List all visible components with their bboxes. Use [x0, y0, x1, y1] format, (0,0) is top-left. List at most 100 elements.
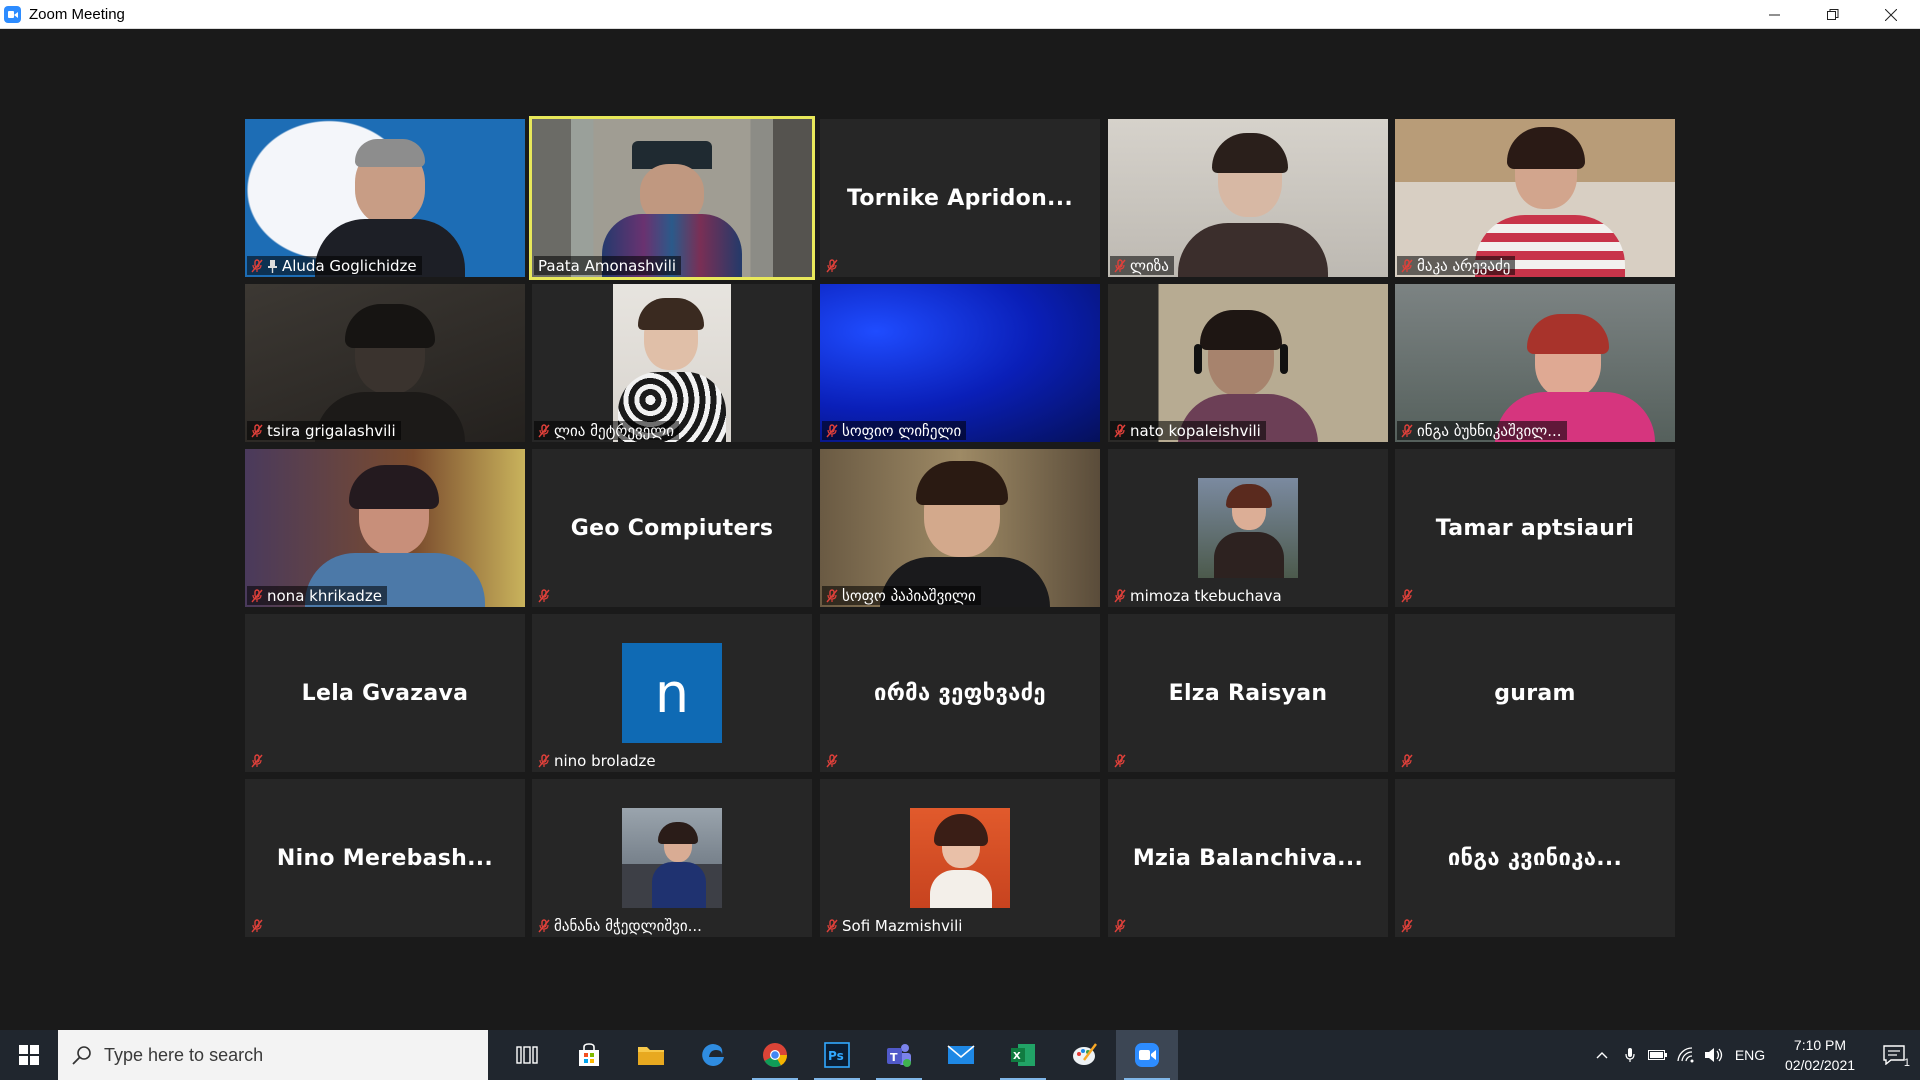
participant-label	[822, 751, 843, 770]
participant-video	[1108, 119, 1388, 277]
muted-mic-icon	[1114, 258, 1126, 272]
participant-name: ლიზა	[1130, 256, 1169, 275]
taskbar-paint[interactable]	[1054, 1030, 1116, 1080]
participant-name: მანანა მჭედლიშვი...	[554, 916, 702, 935]
participant-tile[interactable]: Elza Raisyan	[1108, 614, 1388, 772]
participant-name: ლია მეტრეველი	[554, 421, 674, 440]
participant-tile[interactable]: Tamar aptsiauri	[1395, 449, 1675, 607]
participant-display-name: Elza Raisyan	[1168, 680, 1328, 706]
taskbar-chrome[interactable]	[744, 1030, 806, 1080]
participant-tile[interactable]: სოფიო ლიჩელი	[820, 284, 1100, 442]
show-hidden-icons-button[interactable]	[1588, 1030, 1616, 1080]
participant-label: მაკა არევაძე	[1397, 256, 1516, 275]
participant-tile[interactable]: ირმა ვეფხვაძე	[820, 614, 1100, 772]
participant-display-name: Mzia Balanchiva...	[1132, 845, 1364, 871]
participant-tile[interactable]: tsira grigalashvili	[245, 284, 525, 442]
battery-tray-icon[interactable]	[1644, 1030, 1672, 1080]
muted-mic-icon	[538, 423, 550, 437]
active-speaker-tile[interactable]: Paata Amonashvili	[529, 116, 815, 280]
start-button[interactable]	[0, 1030, 58, 1080]
participant-display-name: Tornike Apridon...	[846, 185, 1074, 211]
taskbar-store[interactable]	[558, 1030, 620, 1080]
muted-mic-icon	[1401, 753, 1413, 767]
restore-icon	[1827, 8, 1839, 20]
participant-tile[interactable]: ინგა ბუხნიკაშვილ...	[1395, 284, 1675, 442]
taskbar-file-explorer[interactable]	[620, 1030, 682, 1080]
participant-tile[interactable]: guram	[1395, 614, 1675, 772]
window-controls	[1746, 0, 1920, 29]
participant-label: Sofi Mazmishvili	[822, 916, 967, 935]
taskbar-zoom[interactable]	[1116, 1030, 1178, 1080]
taskbar-edge[interactable]	[682, 1030, 744, 1080]
zoom-app-icon	[4, 5, 21, 23]
muted-mic-icon	[1401, 258, 1413, 272]
teams-icon: T	[887, 1044, 911, 1067]
participant-video	[245, 119, 525, 277]
participant-tile[interactable]: მანანა მჭედლიშვი...	[532, 779, 812, 937]
participant-name: Sofi Mazmishvili	[842, 916, 963, 935]
taskbar-photoshop[interactable]: Ps	[806, 1030, 868, 1080]
participant-label: nona khrikadze	[247, 586, 387, 605]
taskbar-teams[interactable]: T	[868, 1030, 930, 1080]
minimize-button[interactable]	[1746, 0, 1804, 29]
folder-icon	[638, 1047, 664, 1065]
participant-tile[interactable]: Nino Merebash...	[245, 779, 525, 937]
network-tray-icon[interactable]	[1672, 1030, 1700, 1080]
participant-tile[interactable]: ინგა კვინიკა...	[1395, 779, 1675, 937]
muted-mic-icon	[1401, 588, 1413, 602]
windows-taskbar: Type here to search Ps T X ENG 7:10 PM 0…	[0, 1030, 1920, 1080]
participant-tile[interactable]: Aluda Goglichidze	[245, 119, 525, 277]
taskbar-clock[interactable]: 7:10 PM 02/02/2021	[1772, 1035, 1868, 1075]
input-language-indicator[interactable]: ENG	[1728, 1047, 1772, 1063]
participant-video	[820, 284, 1100, 442]
windows-logo-icon	[19, 1045, 39, 1065]
participant-tile[interactable]: ლია მეტრეველი	[532, 284, 812, 442]
participant-label	[822, 256, 843, 275]
task-view-button[interactable]	[496, 1030, 558, 1080]
participant-label: nato kopaleishvili	[1110, 421, 1266, 440]
close-button[interactable]	[1862, 0, 1920, 29]
participant-tile[interactable]: Tornike Apridon...	[820, 119, 1100, 277]
participant-label	[247, 751, 268, 770]
muted-mic-icon	[1401, 423, 1413, 437]
participant-tile[interactable]: ლიზა	[1108, 119, 1388, 277]
store-icon	[579, 1043, 599, 1066]
taskbar-mail[interactable]	[930, 1030, 992, 1080]
microphone-tray-icon[interactable]	[1616, 1030, 1644, 1080]
restore-button[interactable]	[1804, 0, 1862, 29]
participant-tile[interactable]: mimoza tkebuchava	[1108, 449, 1388, 607]
svg-text:T: T	[890, 1051, 898, 1064]
participant-tile[interactable]: Sofi Mazmishvili	[820, 779, 1100, 937]
participant-tile[interactable]: Lela Gvazava	[245, 614, 525, 772]
participant-label: სოფო პაპიაშვილი	[822, 586, 981, 605]
action-center-button[interactable]: 1	[1868, 1030, 1920, 1080]
participant-tile[interactable]: სოფო პაპიაშვილი	[820, 449, 1100, 607]
search-icon	[72, 1046, 91, 1065]
chrome-icon	[763, 1043, 787, 1068]
participant-label: ლია მეტრეველი	[534, 421, 679, 440]
svg-text:X: X	[1013, 1051, 1021, 1062]
muted-mic-icon	[251, 918, 263, 932]
participant-name: სოფო პაპიაშვილი	[842, 586, 976, 605]
clock-time: 7:10 PM	[1793, 1037, 1847, 1053]
edge-icon	[702, 1044, 724, 1066]
participant-tile[interactable]: Mzia Balanchiva...	[1108, 779, 1388, 937]
taskbar-search-box[interactable]: Type here to search	[58, 1030, 488, 1080]
muted-mic-icon	[251, 588, 263, 602]
participant-tile[interactable]: nato kopaleishvili	[1108, 284, 1388, 442]
paint-icon	[1073, 1043, 1097, 1065]
muted-mic-icon	[1114, 588, 1126, 602]
system-tray: ENG 7:10 PM 02/02/2021 1	[1588, 1030, 1920, 1080]
participant-tile[interactable]: Geo Compiuters	[532, 449, 812, 607]
participant-video	[1395, 119, 1675, 277]
volume-tray-icon[interactable]	[1700, 1030, 1728, 1080]
mail-icon	[947, 1045, 975, 1064]
participant-display-name: Tamar aptsiauri	[1435, 515, 1635, 541]
participant-video	[820, 449, 1100, 607]
participant-tile[interactable]: მაკა არევაძე	[1395, 119, 1675, 277]
taskbar-excel[interactable]: X	[992, 1030, 1054, 1080]
participant-display-name: ირმა ვეფხვაძე	[874, 680, 1046, 706]
participant-tile[interactable]: n nino broladze	[532, 614, 812, 772]
zoom-icon	[1135, 1043, 1159, 1067]
participant-tile[interactable]: nona khrikadze	[245, 449, 525, 607]
